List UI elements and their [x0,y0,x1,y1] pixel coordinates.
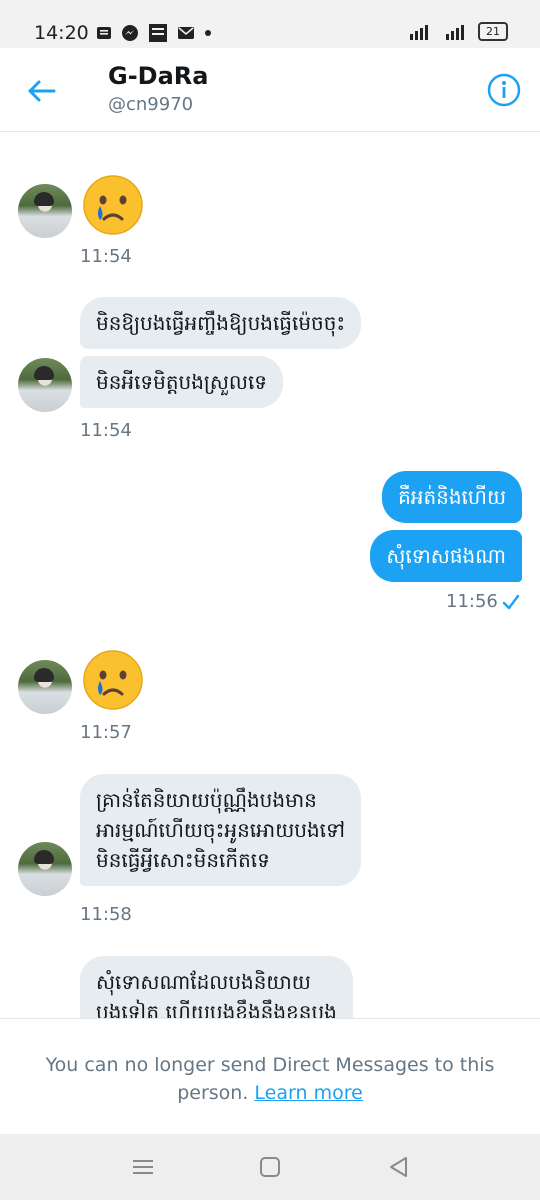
dot-icon [205,30,211,36]
notification-icons [96,23,212,43]
mail-icon [178,27,194,39]
message-line: មិនធ្វើអ្វីសោះមិនកើតទេ [96,848,270,872]
message-list[interactable]: 11:54 មិនឱ្យបងធ្វើអញ្ចឹងឱ្យបងធ្វើម៉េចចុះ… [0,132,540,1018]
message-icon [97,27,111,39]
crying-face-emoji [83,175,143,235]
home-icon[interactable] [257,1154,283,1180]
back-icon[interactable] [386,1154,412,1180]
message-time: 11:57 [80,722,132,743]
contact-handle: @cn9970 [108,94,194,115]
battery-icon: 21 [478,22,508,41]
message-bubble-incoming[interactable]: គ្រាន់តែនិយាយប៉ុណ្ណឹងបងមាន អារម្មណ៍ហើយចុ… [80,774,362,886]
system-nav-bar [0,1134,540,1200]
app-icon [149,24,167,42]
message-bubble-incoming[interactable]: សុំទោសណាដែលបងនិយាយ បងទៀត ហើយបងខឹងនឹងខ្លួ… [80,956,353,1018]
signal-icon-2 [446,24,464,40]
crying-face-emoji [83,650,143,710]
message-time: 11:58 [80,904,132,925]
avatar[interactable] [18,184,72,238]
status-indicators: 21 [408,22,508,41]
signal-icon [410,24,428,40]
message-line: អារម្មណ៍ហើយចុះអូនអោយបងទៅ [96,818,346,842]
message-time: 11:56 [446,591,498,612]
message-bubble-outgoing[interactable]: សុំទោសផងណា [370,530,522,582]
dm-disabled-notice: You can no longer send Direct Messages t… [0,1018,540,1135]
message-time: 11:54 [80,246,132,267]
message-line: បងទៀត ហើយបងខឹងនឹងខ្លួនបង [96,1000,337,1018]
back-arrow-icon[interactable] [24,74,58,108]
message-bubble-incoming[interactable]: មិនអីទេមិត្តបងស្រួលទេ [80,356,283,408]
menu-icon[interactable] [130,1154,156,1180]
learn-more-link[interactable]: Learn more [254,1082,362,1104]
info-icon[interactable] [486,72,522,108]
conversation-header: G-DaRa @cn9970 [0,48,540,132]
avatar[interactable] [18,358,72,412]
contact-name[interactable]: G-DaRa [108,62,208,90]
avatar[interactable] [18,660,72,714]
status-bar: 14:20 21 [0,0,540,48]
messenger-icon [122,25,138,41]
message-bubble-incoming[interactable]: មិនឱ្យបងធ្វើអញ្ចឹងឱ្យបងធ្វើម៉េចចុះ [80,297,362,349]
message-bubble-outgoing[interactable]: គឺអត់និងហើយ [382,471,522,523]
message-time: 11:54 [80,420,132,441]
sent-check-icon [502,594,520,610]
avatar[interactable] [18,842,72,896]
message-line: គ្រាន់តែនិយាយប៉ុណ្ណឹងបងមាន [96,788,317,812]
status-time: 14:20 [34,22,89,44]
message-line: សុំទោសណាដែលបងនិយាយ [96,970,311,994]
